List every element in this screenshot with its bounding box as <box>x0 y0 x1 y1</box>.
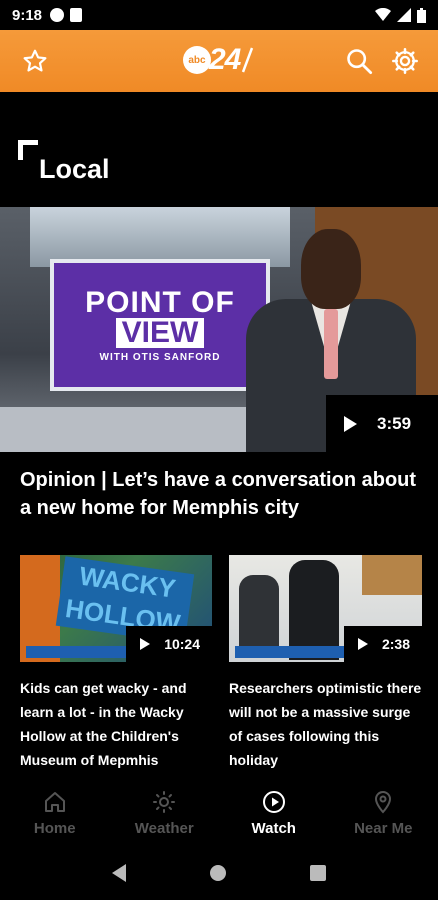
gear-icon[interactable] <box>391 47 419 75</box>
location-pin-icon <box>375 791 392 814</box>
card-duration-badge: 2:38 <box>343 626 422 662</box>
sim-card-icon <box>70 8 83 22</box>
system-nav-bar <box>0 846 438 900</box>
screen-text-1: POINT OF <box>85 285 235 319</box>
video-thumbnail: 2:38 <box>229 555 422 662</box>
screen-text-3: WITH OTIS SANFORD <box>99 351 221 363</box>
screen-text-2: VIEW <box>115 317 205 348</box>
status-time: 9:18 <box>12 6 43 24</box>
hero-duration: 3:59 <box>377 413 412 433</box>
star-icon[interactable] <box>22 48 48 74</box>
nav-label: Weather <box>134 820 194 837</box>
signal-icon <box>397 8 411 22</box>
hero-tv-screen: POINT OF VIEW WITH OTIS SANFORD <box>50 259 270 391</box>
video-card[interactable]: 2:38 Researchers optimistic there will n… <box>229 555 422 772</box>
hero-desk <box>0 407 250 452</box>
video-card[interactable]: WACKY HOLLOW 10:24 Kids can get wacky - … <box>20 555 212 772</box>
logo-number: 24 <box>209 43 241 76</box>
nav-label: Watch <box>251 820 296 837</box>
app-bar: abc 24 <box>0 30 438 92</box>
card-duration: 10:24 <box>164 636 200 652</box>
play-circle-icon <box>262 791 285 813</box>
hero-duration-badge: 3:59 <box>326 395 438 452</box>
battery-icon <box>417 7 426 23</box>
nav-watch[interactable]: Watch <box>219 778 329 846</box>
nav-weather[interactable]: Weather <box>110 778 220 846</box>
nav-label: Home <box>33 820 76 837</box>
card-title: Researchers optimistic there will not be… <box>229 680 422 768</box>
play-icon <box>357 638 368 650</box>
play-icon <box>344 415 357 432</box>
abc-logo-circle: abc <box>183 46 211 74</box>
nav-label: Near Me <box>354 820 413 837</box>
hero-title[interactable]: Opinion | Let’s have a conversation abou… <box>20 466 420 522</box>
hero-video[interactable]: POINT OF VIEW WITH OTIS SANFORD 3:59 <box>0 207 438 452</box>
nav-home[interactable]: Home <box>0 778 110 846</box>
wifi-icon <box>375 8 391 21</box>
sun-icon <box>153 791 176 813</box>
home-icon <box>44 792 65 812</box>
notification-icon <box>50 8 65 22</box>
play-icon <box>140 638 151 650</box>
abc24-logo: abc 24 <box>183 43 254 77</box>
video-thumbnail: WACKY HOLLOW 10:24 <box>20 555 212 662</box>
card-title: Kids can get wacky - and learn a lot - i… <box>20 680 187 768</box>
bottom-nav: Home Weather Watch Near Me <box>0 778 438 846</box>
card-duration: 2:38 <box>381 636 410 652</box>
nav-near-me[interactable]: Near Me <box>329 778 438 846</box>
logo-slash-icon <box>242 47 254 73</box>
section-corner-mark <box>18 140 38 160</box>
back-icon[interactable] <box>112 864 126 882</box>
home-button-icon[interactable] <box>210 865 226 881</box>
card-duration-badge: 10:24 <box>126 626 212 662</box>
status-bar: 9:18 <box>0 0 438 30</box>
search-icon[interactable] <box>345 47 373 75</box>
thumbnail-lower-third <box>235 646 355 658</box>
recents-icon[interactable] <box>310 865 326 881</box>
section-title: Local <box>39 154 110 184</box>
